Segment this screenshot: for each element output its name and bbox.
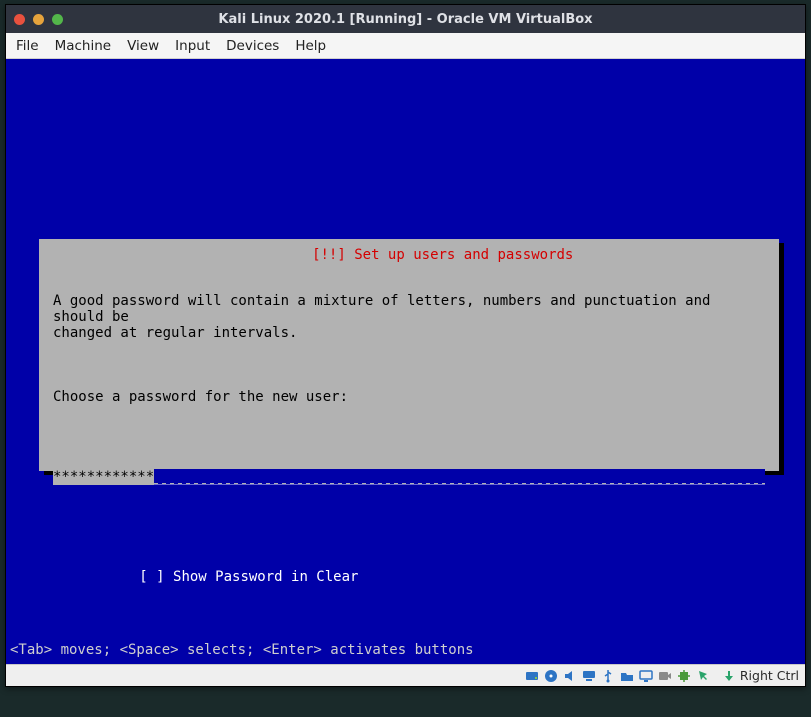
minimize-icon[interactable]	[33, 14, 44, 25]
close-icon[interactable]	[14, 14, 25, 25]
menu-devices[interactable]: Devices	[226, 38, 279, 54]
cpu-icon[interactable]	[676, 668, 692, 684]
statusbar: Right Ctrl	[6, 664, 805, 686]
titlebar[interactable]: Kali Linux 2020.1 [Running] - Oracle VM …	[6, 5, 805, 33]
maximize-icon[interactable]	[52, 14, 63, 25]
window-title: Kali Linux 2020.1 [Running] - Oracle VM …	[6, 12, 805, 27]
dialog-title: [!!] Set up users and passwords	[312, 247, 573, 263]
menu-machine[interactable]: Machine	[55, 38, 112, 54]
menu-view[interactable]: View	[127, 38, 159, 54]
shared-folder-icon[interactable]	[619, 668, 635, 684]
menu-file[interactable]: File	[16, 38, 39, 54]
usb-icon[interactable]	[600, 668, 616, 684]
hard-disk-icon[interactable]	[524, 668, 540, 684]
virtualbox-window: Kali Linux 2020.1 [Running] - Oracle VM …	[5, 4, 806, 687]
vm-display[interactable]: [!!] Set up users and passwords A good p…	[6, 59, 805, 664]
password-input-blank	[154, 469, 765, 485]
audio-icon[interactable]	[562, 668, 578, 684]
menu-input[interactable]: Input	[175, 38, 210, 54]
window-controls	[14, 14, 63, 25]
help-footer: <Tab> moves; <Space> selects; <Enter> ac…	[10, 642, 474, 658]
menu-help[interactable]: Help	[295, 38, 326, 54]
password-input[interactable]: ************	[53, 469, 765, 485]
hostkey-indicator[interactable]: Right Ctrl	[721, 668, 799, 684]
installer-dialog: [!!] Set up users and passwords A good p…	[39, 239, 779, 471]
optical-drive-icon[interactable]	[543, 668, 559, 684]
mouse-integration-icon[interactable]	[695, 668, 711, 684]
recording-icon[interactable]	[657, 668, 673, 684]
hostkey-icon	[721, 668, 737, 684]
dialog-title-row: [!!] Set up users and passwords	[39, 231, 779, 279]
password-value: ************	[53, 469, 154, 485]
display-icon[interactable]	[638, 668, 654, 684]
hostkey-label: Right Ctrl	[740, 668, 799, 683]
show-password-checkbox[interactable]: [ ] Show Password in Clear	[137, 569, 360, 585]
network-icon[interactable]	[581, 668, 597, 684]
password-prompt: Choose a password for the new user:	[53, 389, 765, 405]
menubar: File Machine View Input Devices Help	[6, 33, 805, 59]
dialog-info-text: A good password will contain a mixture o…	[53, 293, 765, 341]
